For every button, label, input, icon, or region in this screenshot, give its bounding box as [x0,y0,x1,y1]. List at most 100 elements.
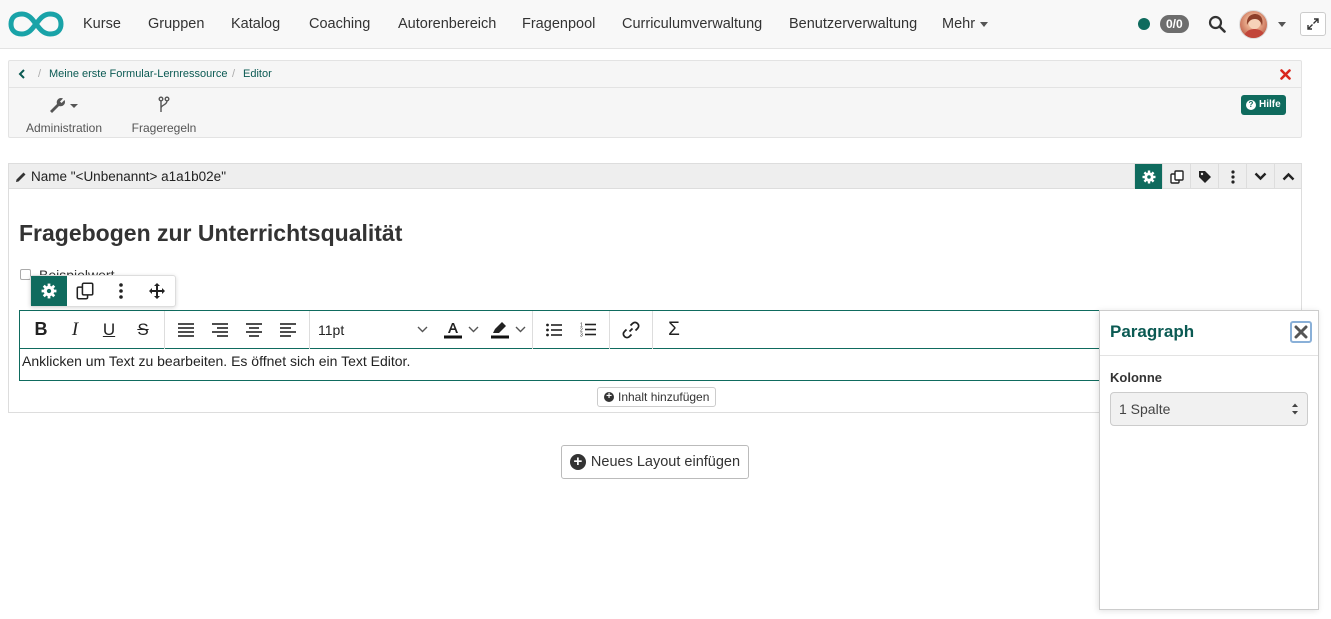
nav-coaching[interactable]: Coaching [309,16,370,32]
sigma-icon[interactable]: Σ [657,311,691,349]
format-group: B I U S [20,310,165,349]
nav-benutzerverwaltung[interactable]: Benutzerverwaltung [789,16,917,32]
nav-fragenpool[interactable]: Fragenpool [522,16,595,32]
section-name-label: Name "<Unbenannt> a1a1b02e" [31,169,226,184]
breadcrumb-item-resource[interactable]: Meine erste Formular-Lernressource [49,68,228,80]
element-more-button[interactable] [103,276,139,306]
strikethrough-icon[interactable]: S [126,311,160,349]
gear-icon [41,283,57,299]
nav-gruppen[interactable]: Gruppen [148,16,204,32]
breadcrumb-separator: / [232,68,236,80]
section-copy-button[interactable] [1162,164,1190,189]
inspector-close-button[interactable] [1290,321,1312,343]
chevron-down-icon [417,326,428,333]
bold-icon[interactable]: B [24,311,58,349]
underline-icon[interactable]: U [92,311,126,349]
element-move-handle[interactable] [139,276,175,306]
section-settings-button[interactable] [1134,164,1162,189]
column-label: Kolonne [1110,370,1162,385]
section-more-button[interactable] [1218,164,1246,189]
inspector-title: Paragraph [1110,322,1195,341]
administration-button[interactable]: Administration [24,95,104,135]
bullet-list-icon[interactable] [537,311,571,349]
chevron-down-icon [468,326,479,333]
svg-text:3: 3 [580,333,583,338]
more-vertical-icon [119,283,123,299]
plus-circle-icon: + [569,454,586,470]
element-copy-button[interactable] [67,276,103,306]
section-move-down-button[interactable] [1246,164,1274,189]
back-chevron-icon[interactable] [18,69,26,79]
gear-icon [1142,170,1155,183]
question-circle-icon: ? [1246,100,1256,110]
section-move-up-button[interactable] [1274,164,1302,189]
page-title[interactable]: Fragebogen zur Unterrichtsqualität [19,220,402,247]
font-size-value: 11pt [318,321,345,338]
notification-count-badge[interactable]: 0/0 [1160,15,1189,33]
nav-mehr-label: Mehr [942,16,976,32]
openolat-logo-icon[interactable] [8,8,64,40]
nav-kurse[interactable]: Kurse [83,16,121,32]
link-icon[interactable] [614,311,648,349]
tag-icon [1198,170,1211,183]
align-left-icon[interactable] [271,311,305,349]
new-layout-label: Neues Layout einfügen [590,454,741,470]
inspector-panel: Paragraph Kolonne 1 Spalte [1099,310,1319,610]
expand-icon [1307,18,1319,30]
add-content-label: Inhalt hinzufügen [618,390,710,404]
font-size-select[interactable]: 11pt [310,311,438,349]
italic-icon[interactable]: I [58,311,92,349]
administration-label: Administration [25,121,103,135]
nav-curriculumverwaltung[interactable]: Curriculumverwaltung [622,16,762,32]
section-tag-button[interactable] [1190,164,1218,189]
help-button[interactable]: ? Hilfe [1241,95,1286,115]
close-icon [1294,325,1308,339]
search-icon[interactable] [1208,15,1226,33]
element-settings-button[interactable] [31,276,67,306]
new-layout-button[interactable]: + Neues Layout einfügen [561,445,749,479]
nav-mehr[interactable]: Mehr [942,16,989,32]
editor-content[interactable]: Anklicken um Text zu bearbeiten. Es öffn… [22,353,410,369]
breadcrumb: / Meine erste Formular-Lernressource / E… [9,61,1301,88]
copy-icon [76,282,94,300]
breadcrumb-item-editor[interactable]: Editor [243,68,272,80]
nav-katalog[interactable]: Katalog [231,16,280,32]
numbered-list-icon[interactable]: 123 [571,311,605,349]
section-header: Name "<Unbenannt> a1a1b02e" [9,164,1301,189]
frageregeln-button[interactable]: Frageregeln [129,95,199,135]
close-icon[interactable] [1280,69,1291,80]
breadcrumb-separator: / [38,68,42,80]
top-navbar: Kurse Gruppen Katalog Coaching Autorenbe… [0,0,1331,49]
align-center-icon[interactable] [237,311,271,349]
toolbar-panel: / Meine erste Formular-Lernressource / E… [8,60,1302,138]
chevron-down-icon [980,21,989,27]
divider [1100,355,1318,356]
align-group [165,310,310,349]
text-color-button[interactable] [438,311,485,349]
align-justify-icon[interactable] [169,311,203,349]
link-group [610,310,653,349]
frageregeln-label: Frageregeln [131,121,197,135]
text-editor[interactable]: B I U S 11pt 123 Σ Anklicken um Text zu … [19,310,1119,381]
math-group: Σ [653,311,695,349]
section-name[interactable]: Name "<Unbenannt> a1a1b02e" [15,169,226,184]
nav-autorenbereich[interactable]: Autorenbereich [398,16,496,32]
pencil-icon [16,172,26,182]
wrench-icon [24,95,104,115]
chevron-down-icon[interactable] [1278,22,1286,27]
online-status-icon[interactable] [1138,18,1150,30]
select-arrows-icon [1292,403,1298,415]
fullscreen-button[interactable] [1300,12,1326,36]
align-right-icon[interactable] [203,311,237,349]
add-content-button[interactable]: + Inhalt hinzufügen [597,387,717,407]
plus-circle-icon: + [604,392,614,402]
highlight-color-button[interactable] [485,311,532,349]
copy-icon [1169,169,1184,184]
text-color-icon [444,322,462,338]
font-group: 11pt [310,310,533,349]
chevron-down-icon [515,326,526,333]
editor-toolbar: B I U S 11pt 123 Σ [20,310,1118,349]
move-arrows-icon [149,283,165,299]
column-select[interactable]: 1 Spalte [1110,392,1308,426]
avatar[interactable] [1239,10,1268,39]
